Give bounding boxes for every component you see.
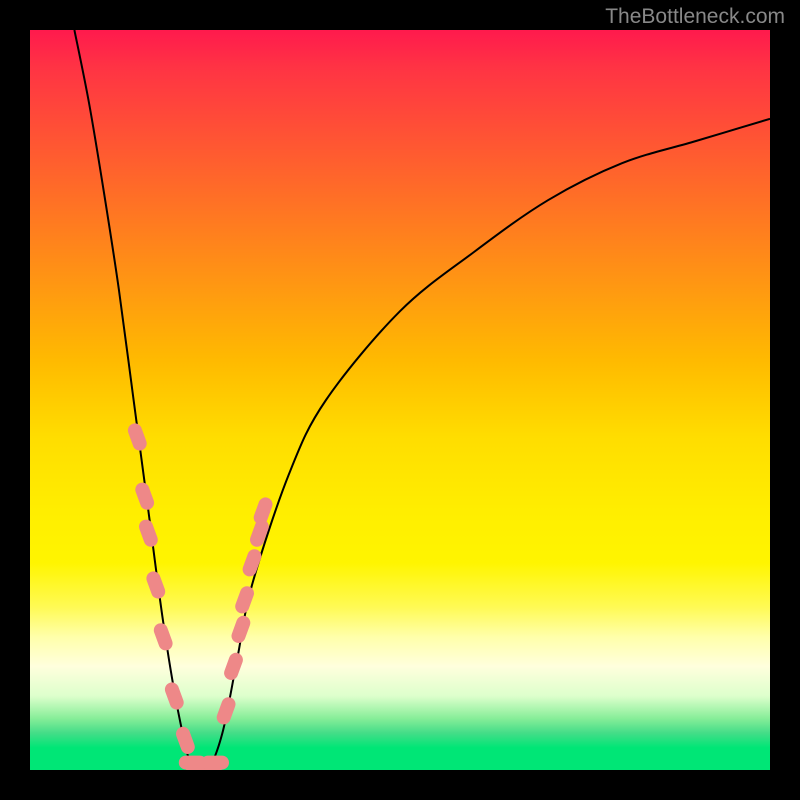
curve-line (74, 30, 770, 770)
data-marker (137, 518, 160, 549)
data-marker (230, 614, 253, 645)
chart-plot-area (30, 30, 770, 770)
data-marker (126, 421, 149, 452)
data-marker (222, 651, 245, 682)
data-marker (152, 621, 175, 652)
data-markers (126, 421, 275, 770)
data-marker (133, 481, 156, 512)
data-marker (163, 680, 186, 711)
watermark-text: TheBottleneck.com (605, 5, 785, 29)
data-marker (174, 725, 197, 756)
data-marker (215, 695, 238, 726)
data-marker (201, 756, 229, 770)
bottleneck-curve-svg (30, 30, 770, 770)
data-marker (233, 584, 256, 615)
data-marker (144, 569, 167, 600)
data-marker (241, 547, 264, 578)
